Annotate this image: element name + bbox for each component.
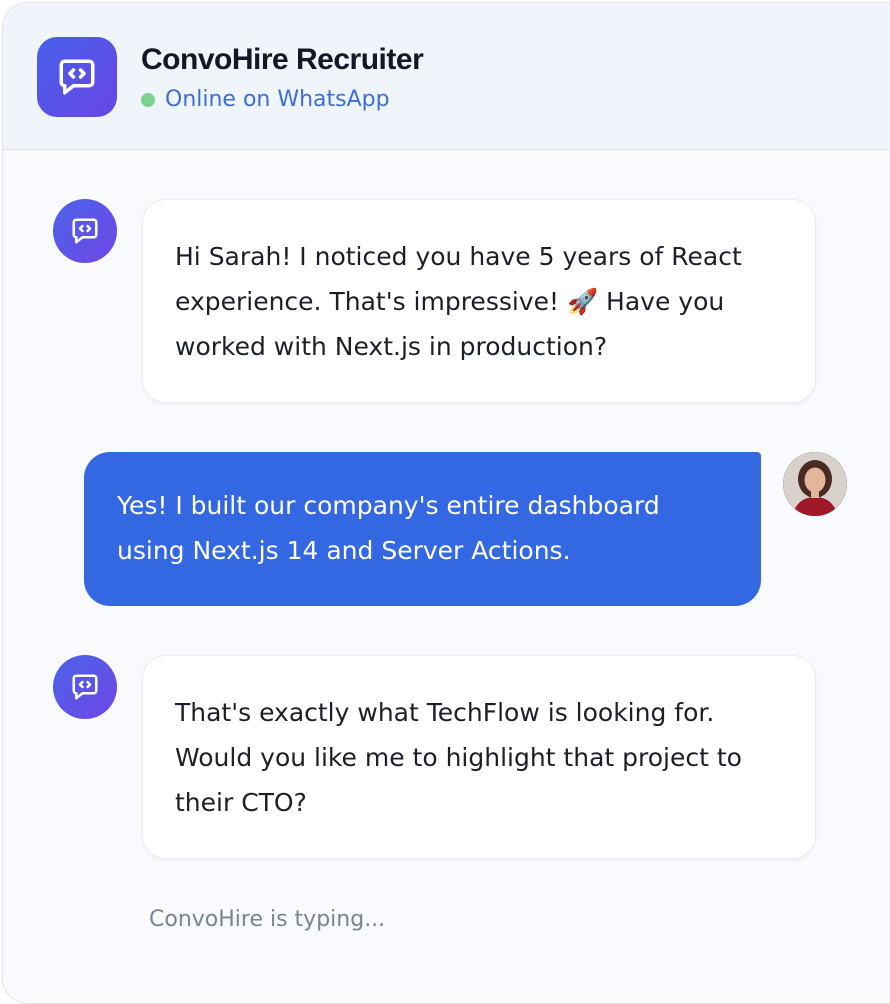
chat-title: ConvoHire Recruiter (141, 43, 424, 76)
message-text: Yes! I built our company's entire dashbo… (117, 491, 660, 565)
online-status: Online on WhatsApp (141, 87, 390, 112)
chat-header: ConvoHire Recruiter Online on WhatsApp (3, 3, 890, 150)
chat-code-icon (59, 59, 95, 95)
message-text: Hi Sarah! I noticed you have 5 years of … (175, 242, 742, 361)
chat-code-icon (72, 674, 98, 700)
user-avatar (783, 452, 847, 516)
bot-message: Hi Sarah! I noticed you have 5 years of … (142, 199, 816, 403)
online-dot-icon (141, 92, 155, 107)
bot-avatar (53, 199, 117, 263)
bot-message: That's exactly what TechFlow is looking … (142, 655, 816, 859)
app-logo (37, 37, 117, 117)
bot-avatar (53, 655, 117, 719)
user-photo (783, 452, 847, 516)
user-message: Yes! I built our company's entire dashbo… (84, 452, 761, 606)
chat-window: ConvoHire Recruiter Online on WhatsApp H… (2, 2, 890, 1004)
typing-indicator: ConvoHire is typing... (149, 907, 386, 932)
message-text: That's exactly what TechFlow is looking … (175, 698, 742, 817)
status-text: Online on WhatsApp (165, 87, 390, 112)
chat-code-icon (72, 218, 98, 244)
